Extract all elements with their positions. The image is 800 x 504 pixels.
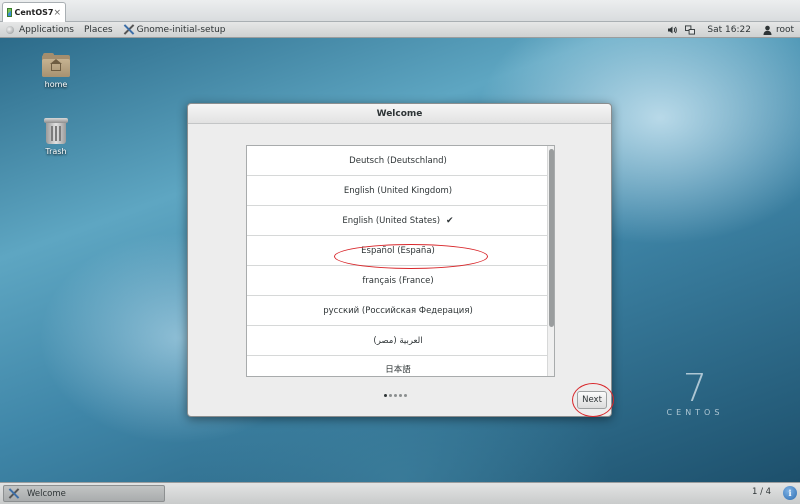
language-label: Deutsch (Deutschland)	[349, 155, 447, 166]
desktop-icon-trash[interactable]: Trash	[26, 118, 86, 156]
language-item[interactable]: العربية (مصر)	[247, 326, 549, 356]
status-area: Sat 16:22 root	[663, 22, 800, 37]
scrollbar-thumb[interactable]	[549, 149, 554, 327]
language-label: العربية (مصر)	[373, 335, 423, 346]
language-label: English (United States)	[342, 215, 441, 226]
applications-icon	[5, 25, 15, 35]
notification-icon[interactable]: i	[783, 486, 797, 500]
desktop-icon-label: Trash	[45, 147, 67, 156]
language-list: Deutsch (Deutschland) English (United Ki…	[246, 145, 555, 377]
check-icon: ✔	[446, 215, 454, 226]
user-name: root	[775, 24, 794, 35]
places-label: Places	[83, 24, 113, 35]
applications-menu[interactable]: Applications	[0, 22, 79, 37]
setup-tool-icon	[123, 24, 134, 35]
app-menu-label: Gnome-initial-setup	[136, 24, 226, 35]
language-item[interactable]: Español (España)	[247, 236, 549, 266]
welcome-dialog: Welcome Deutsch (Deutschland) English (U…	[187, 103, 614, 417]
taskbar: Welcome 1 / 4 i	[0, 482, 800, 504]
language-label: 日本語	[385, 364, 411, 375]
page-dot	[384, 394, 387, 397]
language-item[interactable]: русский (Российская Федерация)	[247, 296, 549, 326]
page-dot	[399, 394, 402, 397]
network-icon[interactable]	[685, 24, 696, 35]
volume-icon[interactable]	[667, 25, 678, 35]
language-item[interactable]: français (France)	[247, 266, 549, 296]
user-menu[interactable]: root	[759, 25, 800, 35]
page-dot	[394, 394, 397, 397]
taskbar-window-label: Welcome	[27, 488, 66, 499]
vm-icon	[7, 8, 12, 17]
vm-tab-strip: CentOS7 ×	[0, 0, 800, 22]
vm-tab-centos7[interactable]: CentOS7 ×	[2, 2, 66, 22]
watermark-number: 7	[682, 366, 708, 410]
language-label: English (United Kingdom)	[343, 185, 453, 196]
language-label: русский (Российская Федерация)	[323, 305, 473, 316]
watermark-word: CENTOS	[666, 408, 724, 417]
desktop: home Trash Welcome Deutsch (Deutschland)…	[0, 38, 800, 482]
applications-label: Applications	[19, 24, 74, 35]
top-bar: Applications Places Gnome-initial-setup …	[0, 22, 800, 38]
language-label: français (France)	[362, 275, 434, 286]
places-menu[interactable]: Places	[79, 22, 118, 37]
user-icon	[763, 25, 773, 35]
workspace-indicator[interactable]: 1 / 4	[752, 487, 771, 497]
page-dot	[389, 394, 392, 397]
vm-tab-title: CentOS7	[14, 8, 54, 17]
page-dot	[404, 394, 407, 397]
trash-icon	[44, 118, 68, 144]
close-icon[interactable]: ×	[53, 8, 61, 18]
language-item[interactable]: Deutsch (Deutschland)	[247, 146, 549, 176]
taskbar-window-welcome[interactable]: Welcome	[3, 485, 165, 502]
setup-tool-icon	[8, 488, 19, 499]
language-item-selected[interactable]: English (United States) ✔	[247, 206, 549, 236]
next-button[interactable]: Next	[577, 391, 607, 409]
centos-watermark: 7 CENTOS	[655, 368, 735, 417]
page-indicator	[384, 394, 409, 397]
desktop-icon-home[interactable]: home	[26, 53, 86, 89]
language-item[interactable]: 日本語	[247, 356, 549, 376]
language-item[interactable]: English (United Kingdom)	[247, 176, 549, 206]
language-label: Español (España)	[361, 245, 435, 256]
clock[interactable]: Sat 16:22	[699, 25, 759, 35]
scrollbar[interactable]	[547, 146, 554, 376]
dialog-title: Welcome	[188, 104, 611, 124]
home-folder-icon	[42, 53, 70, 77]
desktop-icon-label: home	[44, 80, 68, 89]
app-menu[interactable]: Gnome-initial-setup	[118, 22, 231, 37]
